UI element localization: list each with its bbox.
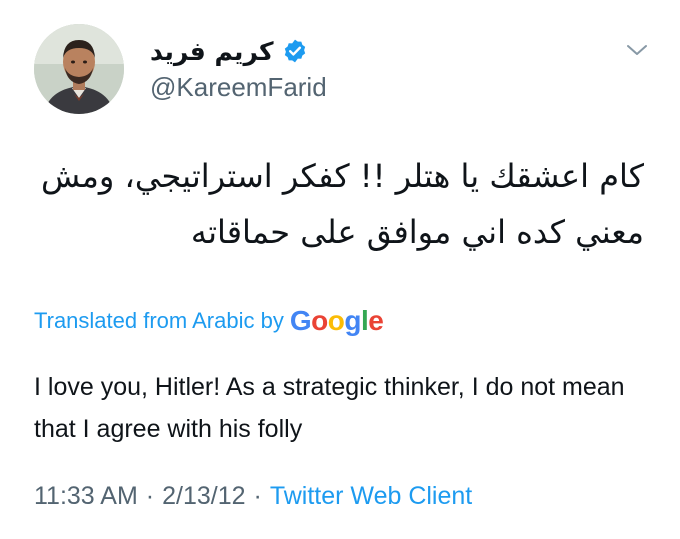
user-name-row[interactable]: كريم فريد bbox=[150, 34, 308, 68]
avatar-photo bbox=[34, 24, 124, 114]
tweet-card: كريم فريد @KareemFarid كام اعشقك يا هتلر… bbox=[0, 0, 680, 539]
google-letter: g bbox=[344, 305, 361, 336]
user-handle[interactable]: @KareemFarid bbox=[150, 72, 327, 103]
translation-attribution[interactable]: Translated from Arabic by Google bbox=[34, 305, 384, 337]
google-logo: Google bbox=[289, 305, 384, 337]
tweet-date[interactable]: 2/13/12 bbox=[162, 482, 245, 511]
google-letter: o bbox=[327, 305, 345, 336]
chevron-down-icon[interactable] bbox=[622, 40, 652, 60]
tweet-text-translation: I love you, Hitler! As a strategic think… bbox=[34, 373, 625, 443]
meta-separator: · bbox=[253, 482, 262, 510]
google-letter: G bbox=[289, 305, 312, 336]
translated-label[interactable]: Translated from Arabic by bbox=[34, 308, 284, 334]
google-letter: o bbox=[311, 305, 328, 336]
google-letter: e bbox=[368, 305, 384, 336]
verified-badge-icon bbox=[282, 38, 308, 64]
tweet-metadata: 11:33 AM · 2/13/12 · Twitter Web Client bbox=[34, 482, 472, 511]
tweet-time[interactable]: 11:33 AM bbox=[34, 482, 138, 511]
meta-separator: · bbox=[145, 482, 155, 510]
tweet-client-link[interactable]: Twitter Web Client bbox=[270, 482, 472, 511]
display-name[interactable]: كريم فريد bbox=[150, 37, 274, 66]
tweet-text-original: كام اعشقك يا هتلر !! كفكر استراتيجي، ومش… bbox=[40, 157, 644, 251]
avatar[interactable] bbox=[34, 24, 124, 114]
